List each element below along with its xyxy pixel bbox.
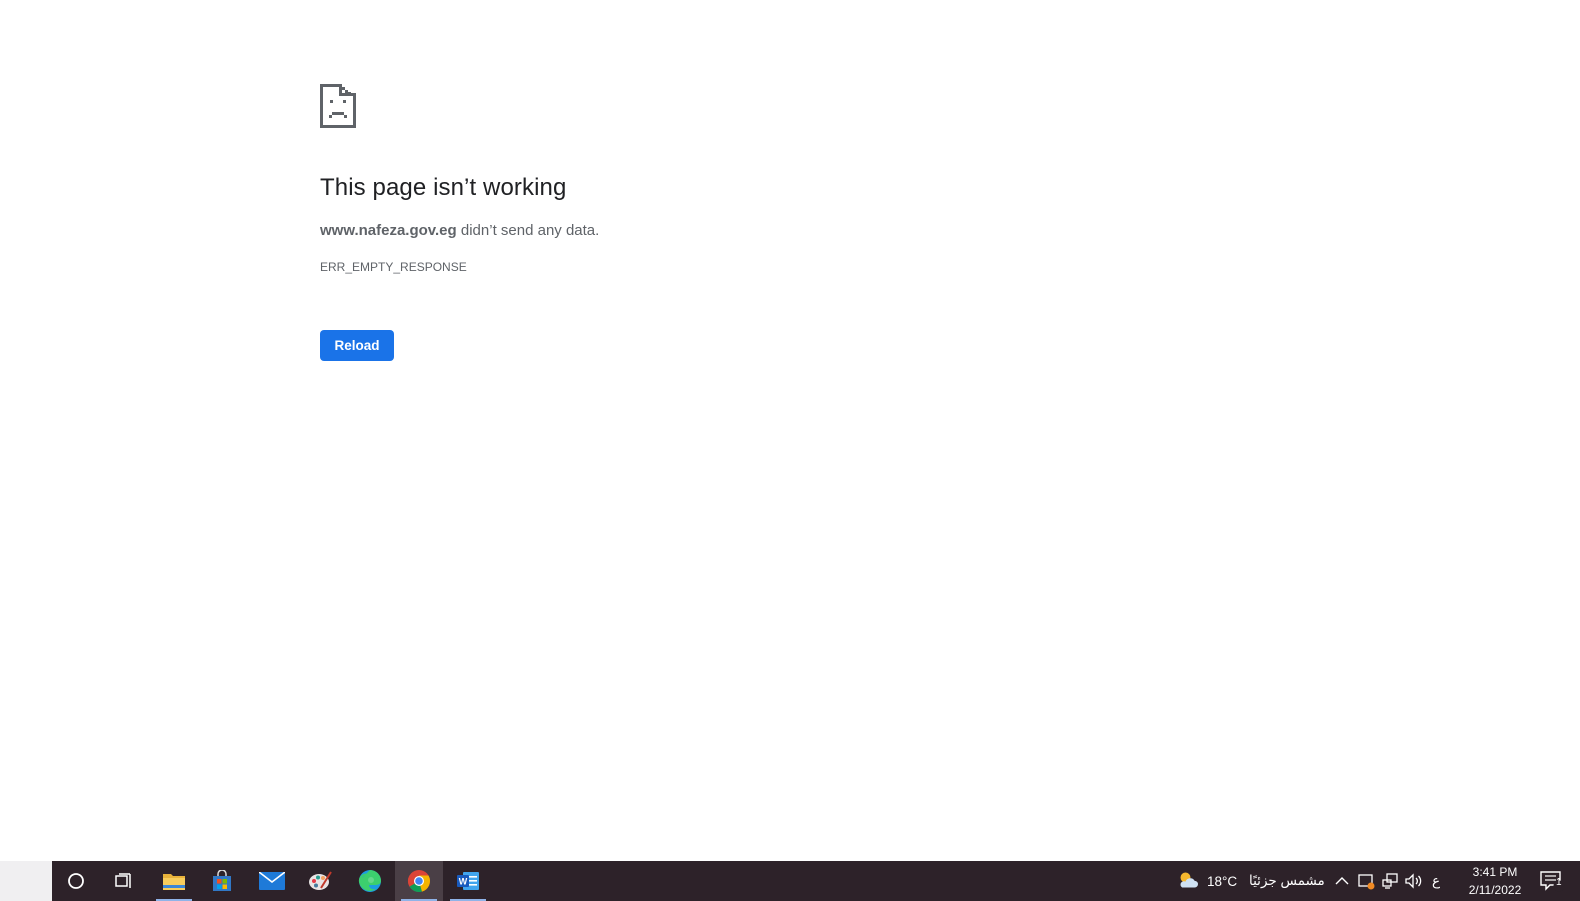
clock-date: 2/11/2022 [1468, 883, 1522, 897]
security-alert-icon[interactable] [1356, 871, 1376, 891]
weather-temperature[interactable]: 18°C [1207, 861, 1237, 901]
error-description: www.nafeza.gov.eg didn’t send any data. [320, 222, 599, 239]
svg-text:W: W [459, 877, 468, 887]
mail-icon[interactable] [248, 861, 296, 901]
start-button-area[interactable] [0, 861, 52, 901]
paint-palette-icon[interactable] [296, 861, 344, 901]
error-message: didn’t send any data. [460, 222, 600, 239]
taskbar: W 18°C مشمس جزئيًا ع 3:41 PM 2/11/2022 1 [0, 861, 1580, 901]
reload-button[interactable]: Reload [320, 330, 394, 361]
page-title: This page isn’t working [320, 174, 567, 201]
error-host: www.nafeza.gov.eg [320, 222, 457, 239]
notification-icon[interactable] [1540, 871, 1566, 892]
store-icon[interactable] [198, 861, 246, 901]
partly-sunny-icon[interactable] [1178, 870, 1198, 890]
sad-page-icon [320, 84, 356, 128]
language-indicator[interactable]: ع [1432, 861, 1440, 901]
network-icon[interactable] [1380, 871, 1400, 891]
volume-icon[interactable] [1403, 871, 1423, 891]
chevron-up-icon[interactable] [1332, 871, 1352, 891]
clock-time: 3:41 PM [1472, 865, 1518, 879]
clock[interactable]: 3:41 PM 2/11/2022 [1455, 863, 1535, 899]
weather-condition[interactable]: مشمس جزئيًا [1249, 861, 1325, 901]
cortana-circle-icon[interactable] [52, 861, 100, 901]
word-icon[interactable]: W [444, 861, 492, 901]
edge-icon[interactable] [346, 861, 394, 901]
notification-count: 1 [1556, 876, 1562, 888]
folder-icon[interactable] [150, 861, 198, 901]
task-view-icon[interactable] [100, 861, 148, 901]
error-code: ERR_EMPTY_RESPONSE [320, 260, 467, 274]
chrome-icon[interactable] [395, 861, 443, 901]
